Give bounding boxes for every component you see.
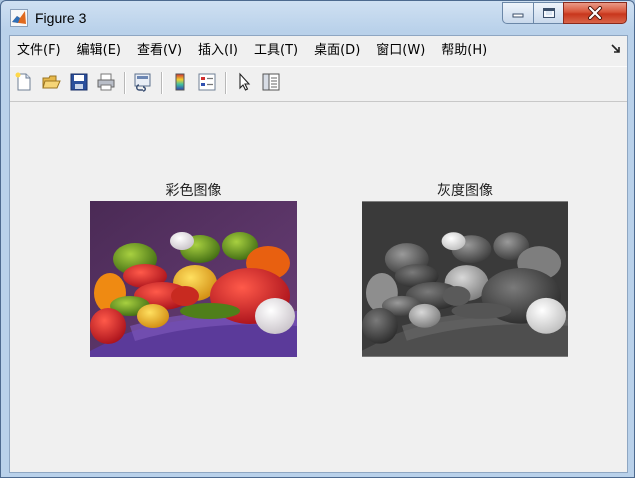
open-file-icon (42, 75, 61, 89)
grayscale-peppers-image[interactable] (362, 201, 568, 357)
menu-help[interactable]: 帮助(H) (433, 41, 495, 61)
property-editor-icon (262, 73, 280, 91)
insert-colorbar-button[interactable] (169, 71, 191, 93)
close-icon (588, 6, 602, 20)
figure-canvas: 彩色图像 灰度图像 (10, 102, 627, 472)
minimize-icon (512, 13, 524, 18)
edit-plot-button[interactable] (233, 71, 255, 93)
legend-icon (198, 73, 216, 91)
figure-window: Figure 3 文件(F) 编辑(E) 查看(V) 插入(I) 工具(T) 桌… (0, 0, 635, 478)
title-bar[interactable]: Figure 3 (1, 1, 634, 35)
toolbar-separator (124, 72, 126, 94)
matlab-icon (10, 9, 28, 27)
menu-desktop[interactable]: 桌面(D) (306, 41, 368, 61)
toolbar-separator (161, 72, 163, 94)
dock-arrow-icon[interactable] (611, 44, 621, 54)
close-button[interactable] (563, 2, 627, 24)
menu-tools[interactable]: 工具(T) (246, 41, 306, 61)
save-button[interactable] (68, 71, 90, 93)
maximize-button[interactable] (533, 2, 563, 24)
menu-view[interactable]: 查看(V) (129, 41, 190, 61)
insert-legend-button[interactable] (196, 71, 218, 93)
print-button[interactable] (95, 71, 117, 93)
new-figure-icon (15, 72, 31, 91)
toolbar (10, 66, 627, 102)
open-file-button[interactable] (40, 71, 62, 93)
pointer-icon (239, 72, 251, 91)
property-editor-button[interactable] (260, 71, 282, 93)
menu-edit[interactable]: 编辑(E) (69, 41, 129, 61)
left-axes-title: 彩色图像 (165, 183, 222, 199)
menu-window[interactable]: 窗口(W) (368, 41, 433, 61)
save-icon (70, 73, 88, 91)
toolbar-separator (225, 72, 227, 94)
link-plot-icon (134, 73, 151, 92)
new-figure-button[interactable] (13, 71, 35, 93)
maximize-icon (542, 8, 555, 18)
figure-client-area: 文件(F) 编辑(E) 查看(V) 插入(I) 工具(T) 桌面(D) 窗口(W… (9, 35, 628, 473)
print-icon (97, 73, 115, 91)
menu-bar: 文件(F) 编辑(E) 查看(V) 插入(I) 工具(T) 桌面(D) 窗口(W… (10, 36, 627, 66)
menu-file[interactable]: 文件(F) (10, 41, 69, 61)
link-plot-button[interactable] (132, 71, 154, 93)
colorbar-icon (175, 73, 185, 91)
color-peppers-image[interactable] (90, 201, 297, 357)
menu-insert[interactable]: 插入(I) (190, 41, 246, 61)
right-axes-title: 灰度图像 (437, 183, 493, 199)
minimize-button[interactable] (502, 2, 533, 24)
window-title: Figure 3 (35, 10, 87, 26)
